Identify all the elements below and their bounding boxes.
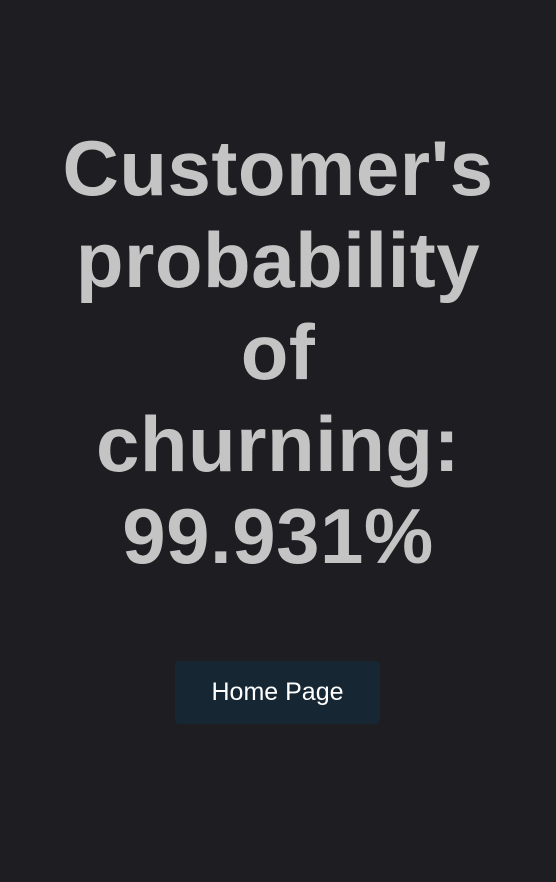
heading-line-2: probability <box>75 216 481 305</box>
home-page-button[interactable]: Home Page <box>175 661 380 724</box>
heading-line-4: churning: <box>95 400 461 489</box>
heading-line-1: Customer's <box>62 124 494 213</box>
churn-probability-value: 99.931% <box>122 492 434 581</box>
result-page: Customer's probability of churning: 99.9… <box>0 0 556 882</box>
churn-probability-heading: Customer's probability of churning: 99.9… <box>28 122 528 582</box>
heading-line-3: of <box>240 308 316 397</box>
